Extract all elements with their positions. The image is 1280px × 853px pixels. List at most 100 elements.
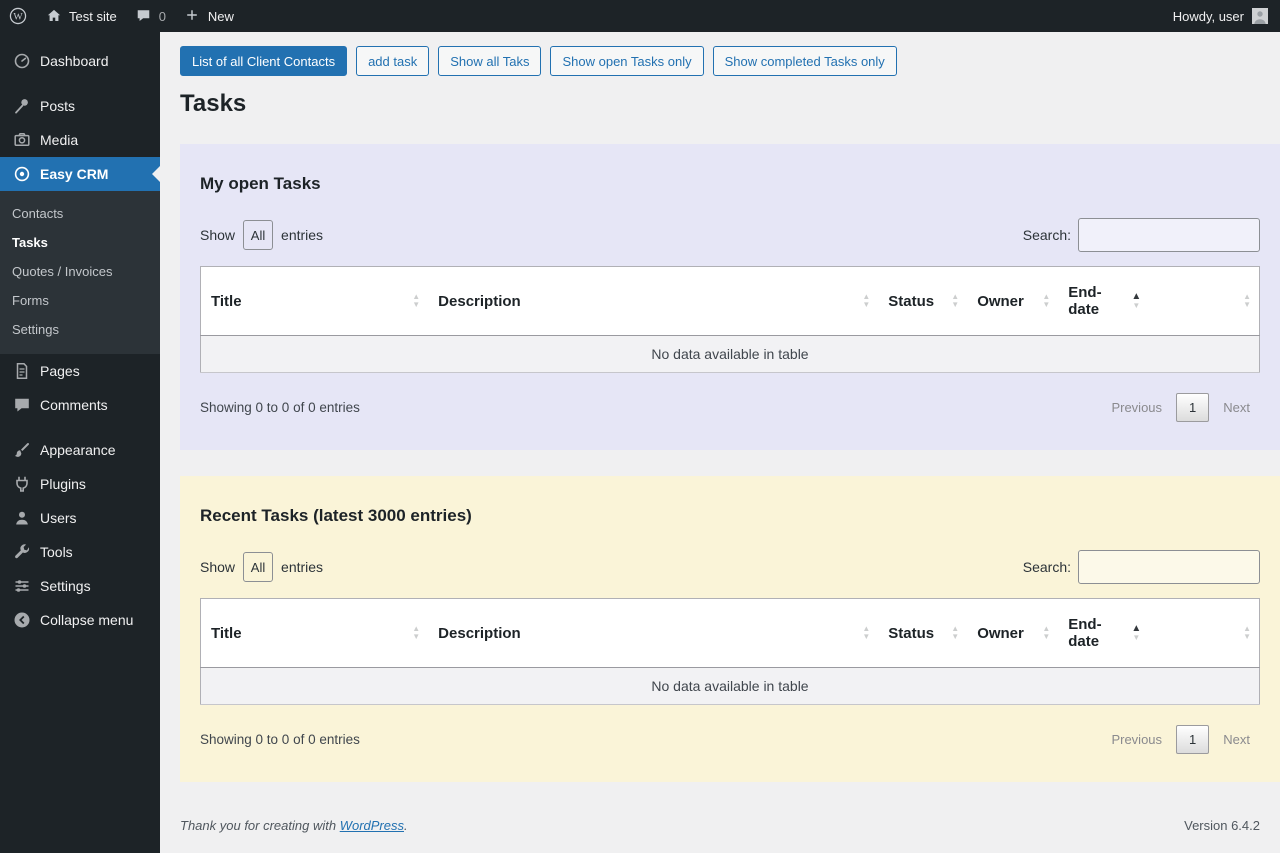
- page-title: Tasks: [180, 90, 1260, 118]
- empty-table-message: No data available in table: [201, 668, 1260, 705]
- howdy-text: Howdy, user: [1173, 9, 1244, 24]
- sort-icons: [862, 625, 870, 641]
- admin-footer: Thank you for creating with WordPress. V…: [160, 782, 1280, 833]
- column-header-end-date[interactable]: End-date: [1058, 267, 1149, 336]
- main-content: List of all Client Contacts add task Sho…: [160, 32, 1280, 853]
- table-search: Search:: [1023, 218, 1260, 252]
- column-header-description[interactable]: Description: [428, 599, 878, 668]
- home-icon: [45, 7, 63, 25]
- search-input[interactable]: [1078, 550, 1260, 584]
- sidebar-item-label: Easy CRM: [40, 166, 108, 182]
- next-page-button[interactable]: Next: [1213, 726, 1260, 753]
- admin-bar: W Test site 0 New Howdy, user: [0, 0, 1280, 32]
- site-name: Test site: [69, 9, 117, 24]
- show-label: Show: [200, 559, 235, 575]
- sidebar-item-pages[interactable]: Pages: [0, 354, 160, 388]
- sidebar-item-appearance[interactable]: Appearance: [0, 433, 160, 467]
- show-open-tasks-button[interactable]: Show open Tasks only: [550, 46, 703, 76]
- sidebar-item-label: Media: [40, 132, 78, 148]
- column-header-owner[interactable]: Owner: [967, 599, 1058, 668]
- sidebar-item-settings[interactable]: Settings: [0, 569, 160, 603]
- sort-icons: [862, 293, 870, 309]
- submenu-item-quotes-invoices[interactable]: Quotes / Invoices: [0, 257, 160, 286]
- column-header-title[interactable]: Title: [201, 599, 429, 668]
- camera-icon: [12, 130, 32, 150]
- submenu-item-settings[interactable]: Settings: [0, 315, 160, 344]
- comments-shortcut[interactable]: 0: [126, 0, 175, 32]
- user-avatar: [1252, 8, 1268, 24]
- sidebar-item-label: Pages: [40, 363, 80, 379]
- sort-icons: [412, 625, 420, 641]
- wordpress-menu[interactable]: W: [0, 0, 36, 32]
- collapse-arrow-icon: [12, 610, 32, 630]
- current-page-button[interactable]: 1: [1176, 393, 1209, 422]
- sidebar-item-easy-crm[interactable]: Easy CRM: [0, 157, 160, 191]
- sidebar-item-label: Plugins: [40, 476, 86, 492]
- open-tasks-table: Title Description Status Owner End-date …: [200, 266, 1260, 373]
- comments-count: 0: [159, 9, 166, 24]
- recent-tasks-table: Title Description Status Owner End-date …: [200, 598, 1260, 705]
- entries-select[interactable]: All: [243, 220, 273, 250]
- account-menu[interactable]: Howdy, user: [1161, 8, 1280, 24]
- easy-crm-icon: [12, 164, 32, 184]
- table-search: Search:: [1023, 550, 1260, 584]
- table-row: No data available in table: [201, 668, 1260, 705]
- document-icon: [12, 361, 32, 381]
- show-completed-tasks-button[interactable]: Show completed Tasks only: [713, 46, 897, 76]
- search-input[interactable]: [1078, 218, 1260, 252]
- sort-asc-icon: [1131, 624, 1141, 642]
- collapse-menu-button[interactable]: Collapse menu: [0, 603, 160, 637]
- plus-icon: [184, 7, 202, 25]
- panel-title: Recent Tasks (latest 3000 entries): [200, 506, 1260, 526]
- new-label: New: [208, 9, 234, 24]
- plug-icon: [12, 474, 32, 494]
- column-header-owner[interactable]: Owner: [967, 267, 1058, 336]
- column-header-end-date[interactable]: End-date: [1058, 599, 1149, 668]
- new-content-menu[interactable]: New: [175, 0, 243, 32]
- previous-page-button[interactable]: Previous: [1101, 726, 1172, 753]
- site-name-link[interactable]: Test site: [36, 0, 126, 32]
- submenu-item-forms[interactable]: Forms: [0, 286, 160, 315]
- sidebar-item-dashboard[interactable]: Dashboard: [0, 44, 160, 78]
- comments-bubble-icon: [135, 7, 153, 25]
- previous-page-button[interactable]: Previous: [1101, 394, 1172, 421]
- submenu-item-tasks[interactable]: Tasks: [0, 228, 160, 257]
- column-header-extra[interactable]: [1149, 267, 1259, 336]
- sort-icons: [951, 293, 959, 309]
- sidebar-item-label: Dashboard: [40, 53, 109, 69]
- panel-recent-tasks: Recent Tasks (latest 3000 entries) Show …: [180, 476, 1280, 782]
- sidebar-item-tools[interactable]: Tools: [0, 535, 160, 569]
- sort-icons: [1243, 625, 1251, 641]
- current-page-button[interactable]: 1: [1176, 725, 1209, 754]
- show-all-tasks-button[interactable]: Show all Taks: [438, 46, 541, 76]
- panel-my-open-tasks: My open Tasks Show All entries Search:: [180, 144, 1280, 450]
- column-header-status[interactable]: Status: [878, 267, 967, 336]
- next-page-button[interactable]: Next: [1213, 394, 1260, 421]
- column-header-status[interactable]: Status: [878, 599, 967, 668]
- column-header-title[interactable]: Title: [201, 267, 429, 336]
- search-label: Search:: [1023, 559, 1071, 575]
- column-header-extra[interactable]: [1149, 599, 1259, 668]
- wordpress-logo-icon: W: [9, 7, 27, 25]
- pushpin-icon: [12, 96, 32, 116]
- entries-length-control: Show All entries: [200, 552, 323, 582]
- column-header-description[interactable]: Description: [428, 267, 878, 336]
- sidebar-item-comments[interactable]: Comments: [0, 388, 160, 422]
- sidebar-item-label: Comments: [40, 397, 108, 413]
- sidebar-item-plugins[interactable]: Plugins: [0, 467, 160, 501]
- table-info: Showing 0 to 0 of 0 entries: [200, 400, 360, 415]
- submenu-item-contacts[interactable]: Contacts: [0, 199, 160, 228]
- table-row: No data available in table: [201, 336, 1260, 373]
- add-task-button[interactable]: add task: [356, 46, 429, 76]
- sidebar-item-users[interactable]: Users: [0, 501, 160, 535]
- sidebar-item-media[interactable]: Media: [0, 123, 160, 157]
- entries-select[interactable]: All: [243, 552, 273, 582]
- sort-icons: [1042, 293, 1050, 309]
- sidebar-item-posts[interactable]: Posts: [0, 89, 160, 123]
- sidebar-item-label: Collapse menu: [40, 612, 133, 628]
- list-all-client-contacts-button[interactable]: List of all Client Contacts: [180, 46, 347, 76]
- wordpress-link[interactable]: WordPress: [340, 818, 404, 833]
- entries-label: entries: [281, 227, 323, 243]
- sort-icons: [1042, 625, 1050, 641]
- sidebar-item-label: Posts: [40, 98, 75, 114]
